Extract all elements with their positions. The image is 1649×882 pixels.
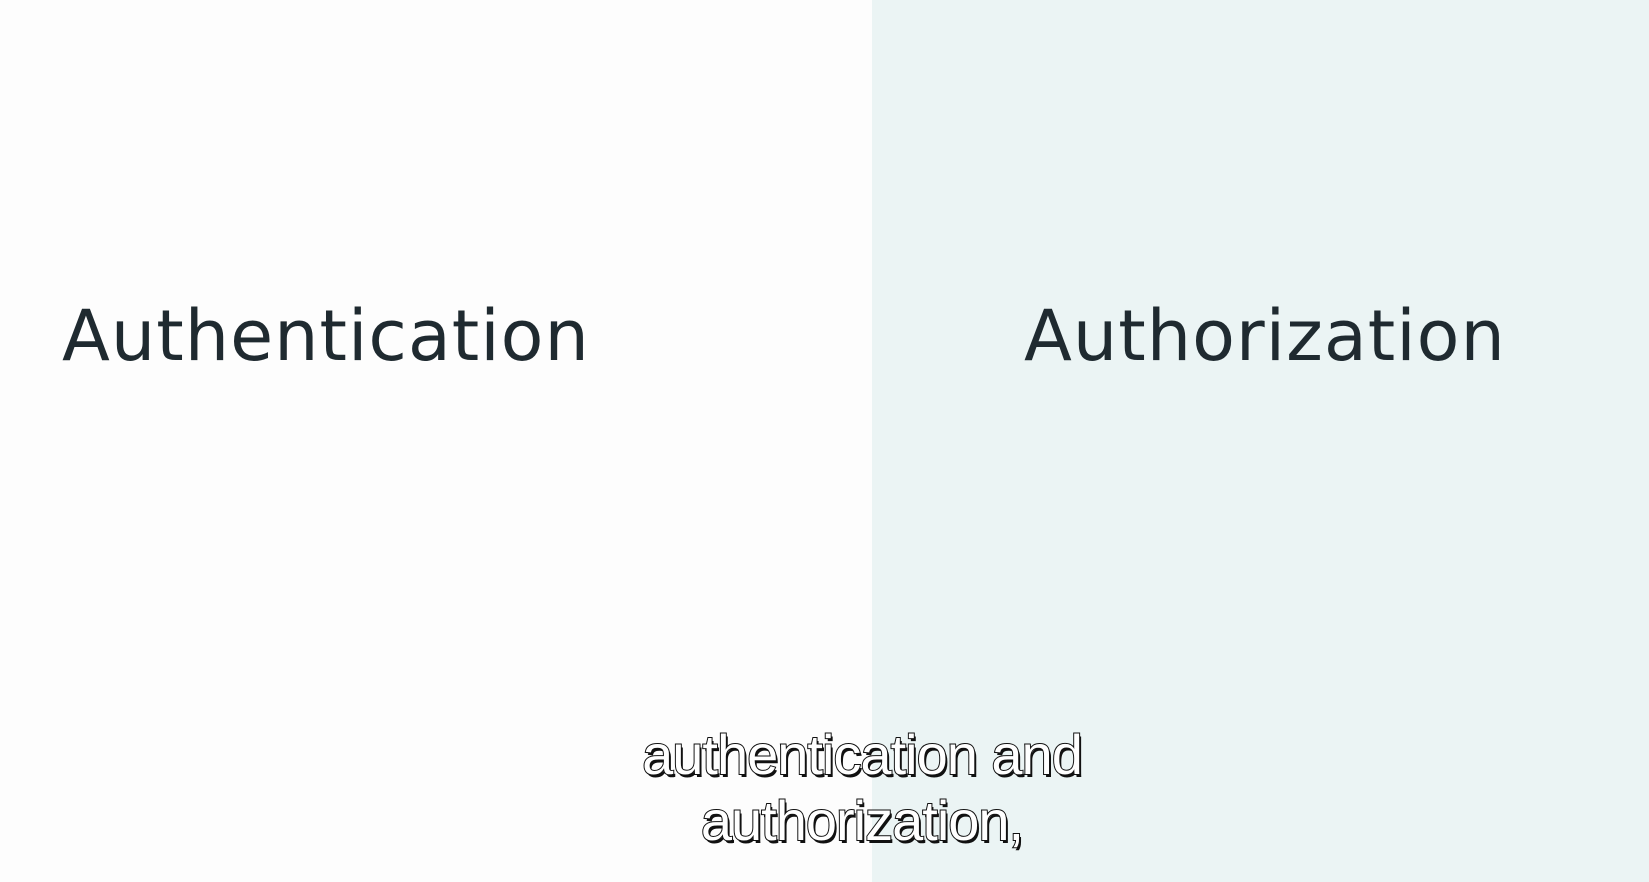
authorization-heading: Authorization bbox=[1024, 295, 1506, 377]
authentication-heading: Authentication bbox=[62, 295, 590, 377]
subtitle-line-2: authorization, bbox=[700, 788, 1025, 853]
video-frame: Authentication Authorization authenticat… bbox=[0, 0, 1649, 882]
subtitle-caption: authentication and authorization, bbox=[0, 722, 1649, 854]
subtitle-line-1: authentication and bbox=[641, 722, 1084, 787]
